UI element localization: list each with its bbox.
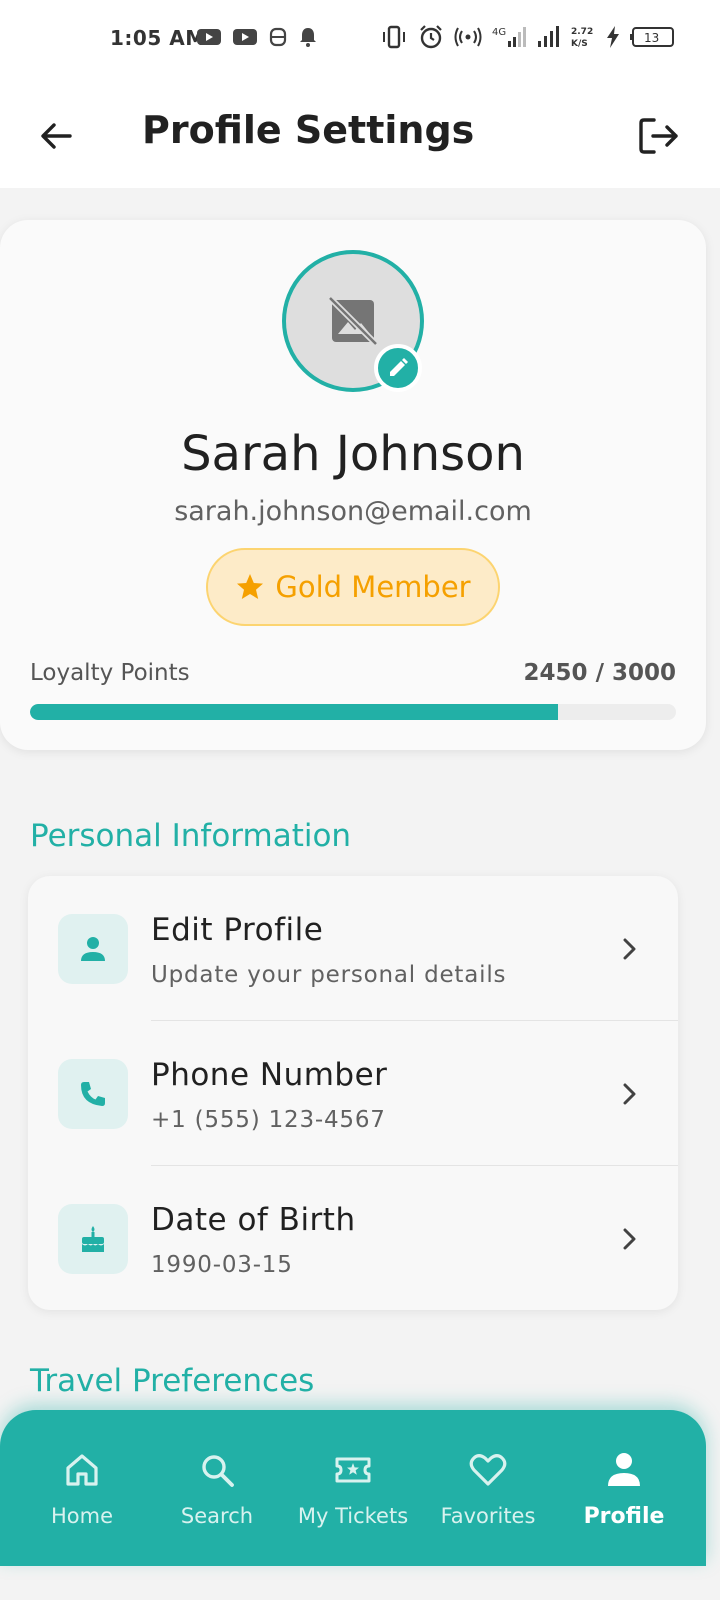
- hotspot-icon: [454, 27, 482, 47]
- cake-icon: [82, 1226, 104, 1252]
- profile-name: Sarah Johnson: [181, 426, 525, 482]
- chevron-right-icon: [623, 938, 636, 960]
- alarm-icon: [420, 25, 442, 49]
- membership-label: Gold Member: [275, 570, 471, 604]
- nav-label: Profile: [583, 1504, 665, 1529]
- page-title: Profile Settings: [142, 108, 475, 152]
- list-item-edit-profile[interactable]: Edit Profile Update your personal detail…: [28, 876, 678, 1021]
- status-right-icons: 4G 2.72 K/S 13: [380, 24, 676, 50]
- app-bar: Profile Settings: [0, 80, 720, 188]
- ticket-icon: [335, 1457, 371, 1483]
- network-label: 4G: [492, 27, 506, 38]
- charging-icon: [607, 26, 619, 48]
- home-icon: [66, 1454, 98, 1486]
- personal-info-card: Edit Profile Update your personal detail…: [28, 876, 678, 1310]
- list-item-title: Date of Birth: [151, 1202, 356, 1238]
- youtube-icon: [197, 29, 221, 45]
- nav-label: Home: [50, 1504, 113, 1528]
- image-not-supported-icon: [328, 296, 378, 346]
- svg-text:13: 13: [644, 31, 659, 45]
- info-icon-box: [58, 914, 128, 984]
- nav-label: My Tickets: [297, 1504, 409, 1528]
- list-item-date-of-birth[interactable]: Date of Birth 1990-03-15: [28, 1166, 678, 1311]
- signal-icon: [538, 26, 559, 47]
- arrow-back-icon[interactable]: [36, 116, 76, 156]
- nav-label: Search: [180, 1504, 254, 1528]
- phone-icon: [81, 1082, 105, 1106]
- youtube-icon: [233, 29, 257, 45]
- nav-label: Favorites: [440, 1504, 536, 1528]
- nav-item-search[interactable]: Search: [149, 1450, 285, 1550]
- signal-4g-icon: 4G: [492, 27, 526, 47]
- loyalty-progress-fill: [30, 704, 558, 720]
- logout-icon[interactable]: [636, 114, 680, 158]
- membership-badge: Gold Member: [206, 548, 500, 626]
- nav-item-favorites[interactable]: Favorites: [420, 1450, 556, 1550]
- info-icon-box: [58, 1059, 128, 1129]
- heart-icon: [469, 1454, 507, 1486]
- list-item-title: Phone Number: [151, 1057, 388, 1093]
- info-icon-box: [58, 1204, 128, 1274]
- status-left-icons: [196, 26, 318, 48]
- star-icon: [237, 574, 264, 599]
- profile-card: Sarah Johnson sarah.johnson@email.com Go…: [0, 220, 706, 750]
- loyalty-progress-bar: [30, 704, 676, 720]
- nav-item-profile[interactable]: Profile: [556, 1450, 692, 1550]
- battery-icon: 13: [630, 27, 674, 47]
- edit-pencil-icon: [390, 358, 408, 376]
- app-notification-icon: [269, 27, 287, 47]
- list-item-title: Edit Profile: [151, 912, 324, 948]
- nav-item-home[interactable]: Home: [14, 1450, 150, 1550]
- list-item-subtitle: +1 (555) 123-4567: [151, 1107, 386, 1133]
- list-item-subtitle: 1990-03-15: [151, 1252, 293, 1278]
- list-item-phone-number[interactable]: Phone Number +1 (555) 123-4567: [28, 1021, 678, 1166]
- person-icon: [81, 937, 105, 961]
- bell-icon: [300, 28, 316, 47]
- svg-text:2.72: 2.72: [571, 27, 593, 37]
- vibrate-icon: [383, 25, 405, 49]
- person-icon: [608, 1453, 640, 1486]
- chevron-right-icon: [623, 1228, 636, 1250]
- search-icon: [202, 1455, 234, 1487]
- list-item-subtitle: Update your personal details: [151, 962, 507, 988]
- svg-text:K/S: K/S: [571, 39, 588, 49]
- chevron-right-icon: [623, 1083, 636, 1105]
- data-speed-icon: 2.72 K/S: [571, 27, 593, 49]
- section-title-travel: Travel Preferences: [30, 1363, 315, 1399]
- section-title-personal: Personal Information: [30, 818, 352, 854]
- status-bar: 1:05 AM 4G 2.72 K/S 13: [0, 0, 720, 80]
- edit-avatar-button[interactable]: [374, 344, 422, 392]
- profile-email: sarah.johnson@email.com: [174, 496, 532, 527]
- bottom-navigation: Home Search My Tickets Favorites Profile: [0, 1410, 706, 1566]
- loyalty-value: 2450 / 3000: [523, 660, 676, 686]
- status-time: 1:05 AM: [110, 26, 206, 50]
- loyalty-label: Loyalty Points: [30, 660, 190, 686]
- nav-item-my-tickets[interactable]: My Tickets: [285, 1450, 421, 1550]
